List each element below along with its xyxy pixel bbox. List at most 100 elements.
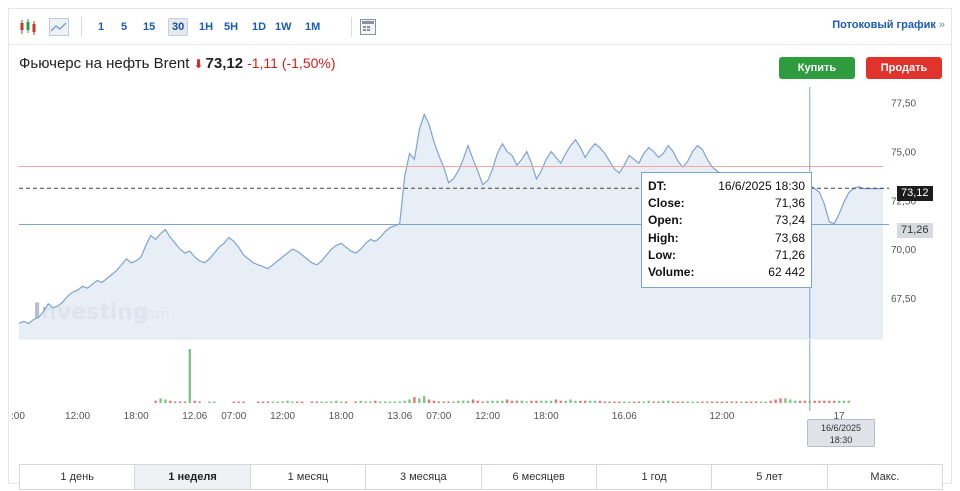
volume-bar: [447, 401, 450, 403]
volume-bar: [750, 401, 753, 403]
volume-bar: [188, 349, 191, 403]
x-tick-label: 13.06: [387, 411, 412, 422]
volume-bar: [759, 401, 763, 403]
period-button[interactable]: 5 лет: [712, 465, 828, 489]
volume-bar: [408, 399, 411, 403]
volume-bar: [398, 401, 401, 403]
volume-bar: [540, 400, 543, 403]
period-button[interactable]: 1 месяц: [251, 465, 367, 489]
volume-bar: [642, 401, 645, 403]
volume-bar: [505, 399, 509, 403]
tooltip-value: 71,26: [774, 247, 805, 262]
volume-bar: [178, 401, 182, 403]
volume-bar: [681, 401, 685, 403]
volume-bar: [369, 401, 372, 403]
volume-bar: [564, 400, 567, 403]
volume-bar: [423, 396, 426, 403]
crosshair-date-tag: 16/6/2025 18:30: [807, 419, 875, 447]
volume-bar: [598, 400, 602, 403]
period-button[interactable]: 1 неделя: [135, 465, 251, 489]
volume-bar: [379, 401, 382, 403]
volume-bar: [647, 400, 650, 403]
x-tick-label: 12:00: [475, 411, 500, 422]
tooltip-value: 16/6/2025 18:30: [718, 179, 805, 193]
volume-bar: [530, 400, 533, 403]
volume-bar: [579, 400, 582, 403]
crosshair-price-tag: 71,26: [897, 223, 933, 238]
volume-bar: [798, 400, 802, 403]
tooltip-row: High: 73,68: [648, 230, 805, 247]
tooltip-row: Low: 71,26: [648, 247, 805, 264]
volume-bar: [696, 401, 699, 403]
volume-bar: [769, 400, 772, 403]
volume-bar: [466, 400, 470, 403]
volume-bar: [354, 401, 357, 403]
volume-bar: [842, 400, 846, 403]
volume-bar: [183, 401, 187, 403]
volume-bar: [662, 400, 665, 403]
volume-bar: [213, 401, 216, 403]
volume-bar: [779, 398, 782, 403]
volume-bar: [588, 400, 592, 403]
tooltip-row: DT: 16/6/2025 18:30: [648, 178, 805, 195]
period-button[interactable]: 6 месяцев: [482, 465, 597, 489]
volume-bar: [632, 401, 636, 403]
volume-bar: [793, 400, 797, 403]
ohlc-tooltip: DT: 16/6/2025 18:30 Close: 71,36 Open: 73,24 H…: [641, 172, 812, 288]
volume-bar: [335, 400, 338, 403]
tooltip-row: Close: 71,36: [648, 195, 805, 212]
volume-bar: [286, 400, 289, 403]
volume-bar: [296, 401, 299, 403]
volume-bar: [232, 401, 235, 403]
volume-bar: [784, 398, 787, 403]
volume-bar: [374, 400, 377, 403]
volume-bar: [618, 401, 621, 403]
volume-bar: [383, 401, 387, 403]
x-tick-label: 18:00: [329, 411, 354, 422]
volume-bar: [271, 401, 274, 403]
volume-bar: [452, 401, 455, 403]
tooltip-value: 71,36: [774, 196, 805, 211]
volume-bar: [432, 400, 436, 403]
volume-bar: [828, 400, 831, 403]
volume-bar: [686, 401, 689, 403]
period-button[interactable]: 3 месяца: [366, 465, 482, 489]
tooltip-label: Close:: [648, 196, 685, 211]
volume-bar: [154, 400, 157, 403]
tooltip-label: High:: [648, 230, 679, 245]
volume-bar: [393, 401, 397, 403]
volume-bar: [628, 401, 631, 403]
volume-bar: [242, 401, 245, 403]
volume-bar: [608, 401, 611, 403]
y-tick-label: 75,00: [891, 148, 916, 159]
tooltip-value: 73,24: [774, 213, 805, 228]
volume-bar: [276, 401, 279, 403]
volume-bar: [671, 401, 675, 403]
tooltip-label: DT:: [648, 179, 667, 193]
volume-bar: [764, 401, 767, 403]
volume-bar: [691, 401, 694, 403]
volume-bar: [257, 401, 260, 403]
current-price-tag: 73,12: [897, 186, 933, 201]
chart-widget: 1 5 15 30 1H 5H 1D 1W 1M Потоковый график» Фьюче…: [8, 8, 952, 490]
volume-bar: [159, 398, 162, 403]
volume-bar: [330, 401, 333, 403]
x-tick-label: 12:00: [709, 411, 734, 422]
volume-bar: [315, 401, 318, 403]
period-button[interactable]: Макс.: [828, 465, 942, 489]
volume-bar: [413, 397, 416, 403]
crosshair-date: 16/6/2025: [820, 423, 862, 433]
volume-bar: [403, 400, 406, 403]
period-selector: 1 день 1 неделя 1 месяц 3 месяца 6 месяцев 1 …: [19, 464, 943, 490]
volume-bar: [491, 400, 494, 403]
volume-bar: [193, 400, 196, 403]
period-button[interactable]: 1 год: [597, 465, 713, 489]
period-button[interactable]: 1 день: [20, 465, 136, 489]
volume-bar: [740, 401, 743, 403]
volume-bar: [823, 400, 826, 403]
volume-bar: [774, 399, 777, 403]
volume-bar: [813, 400, 816, 403]
volume-bar: [715, 401, 719, 403]
volume-bar: [667, 400, 670, 403]
volume-bar: [344, 401, 348, 403]
